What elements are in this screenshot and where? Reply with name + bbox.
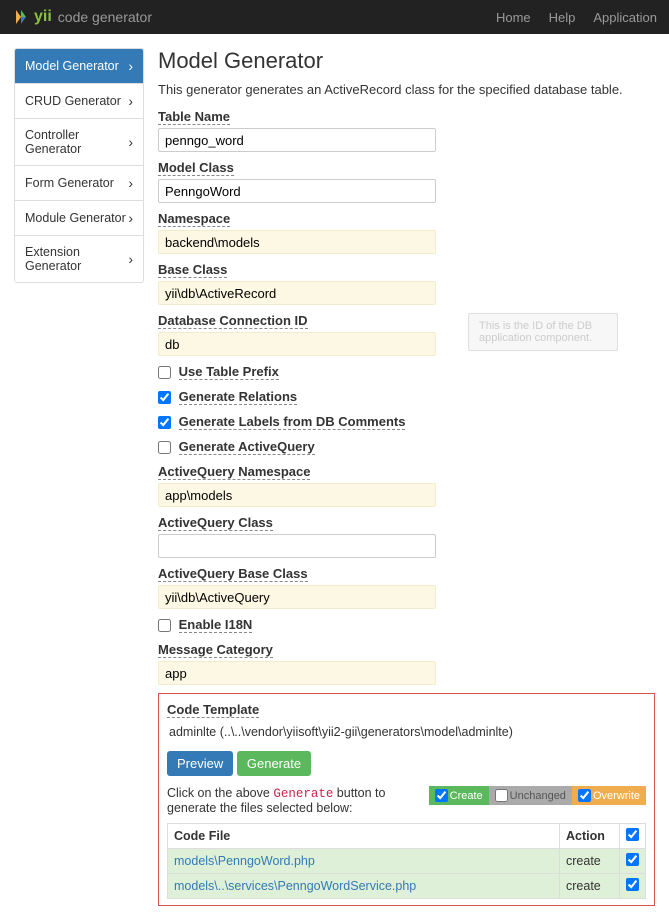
code-template-label: Code Template	[167, 702, 259, 718]
aq-base-class-label: ActiveQuery Base Class	[158, 566, 308, 582]
msg-category-label: Message Category	[158, 642, 273, 658]
enable-i18n-checkbox[interactable]	[158, 619, 171, 632]
aq-namespace-input[interactable]	[158, 483, 436, 507]
use-table-prefix-label: Use Table Prefix	[179, 364, 279, 380]
model-class-label: Model Class	[158, 160, 234, 176]
check-all[interactable]	[626, 828, 639, 841]
row-checkbox[interactable]	[626, 853, 639, 866]
gen-relations-checkbox[interactable]	[158, 391, 171, 404]
sidebar-item-label: Extension Generator	[25, 245, 128, 273]
use-table-prefix-checkbox[interactable]	[158, 366, 171, 379]
th-code-file: Code File	[168, 824, 560, 849]
gen-aq-label: Generate ActiveQuery	[179, 439, 315, 455]
main-content: Model Generator This generator generates…	[158, 48, 655, 906]
gen-labels-label: Generate Labels from DB Comments	[179, 414, 406, 430]
yii-logo-icon	[12, 8, 30, 26]
db-conn-label: Database Connection ID	[158, 313, 308, 329]
sidebar-item-label: CRUD Generator	[25, 94, 121, 108]
sidebar-item-controller-generator[interactable]: Controller Generator ›	[15, 119, 143, 166]
th-action: Action	[560, 824, 620, 849]
generate-button[interactable]: Generate	[237, 751, 311, 776]
preview-button[interactable]: Preview	[167, 751, 233, 776]
page-description: This generator generates an ActiveRecord…	[158, 82, 655, 97]
sidebar-item-model-generator[interactable]: Model Generator ›	[15, 49, 143, 84]
nav-link-help[interactable]: Help	[549, 10, 576, 25]
code-template-value: adminlte (..\..\vendor\yiisoft\yii2-gii\…	[167, 721, 646, 743]
legend-overwrite-checkbox[interactable]	[578, 789, 591, 802]
gen-relations-label: Generate Relations	[179, 389, 298, 405]
nav-links: Home Help Application	[496, 10, 657, 25]
base-class-input[interactable]	[158, 281, 436, 305]
gen-aq-checkbox[interactable]	[158, 441, 171, 454]
chevron-right-icon: ›	[128, 251, 133, 267]
sidebar-item-label: Module Generator	[25, 211, 126, 225]
legend-text: Click on the above Generate button to ge…	[167, 786, 429, 815]
results-panel: Code Template adminlte (..\..\vendor\yii…	[158, 693, 655, 906]
legend-overwrite[interactable]: Overwrite	[572, 786, 646, 805]
base-class-label: Base Class	[158, 262, 227, 278]
sidebar-item-crud-generator[interactable]: CRUD Generator ›	[15, 84, 143, 119]
msg-category-input[interactable]	[158, 661, 436, 685]
brand: yii code generator	[12, 8, 152, 26]
action-cell: create	[560, 849, 620, 874]
chevron-right-icon: ›	[128, 58, 133, 74]
file-link[interactable]: models\PenngoWord.php	[174, 854, 315, 868]
legend-create-checkbox[interactable]	[435, 789, 448, 802]
namespace-label: Namespace	[158, 211, 230, 227]
chevron-right-icon: ›	[128, 210, 133, 226]
th-check	[620, 824, 646, 849]
aq-class-input[interactable]	[158, 534, 436, 558]
table-name-label: Table Name	[158, 109, 230, 125]
table-row: models\PenngoWord.php create	[168, 849, 646, 874]
nav-link-application[interactable]: Application	[593, 10, 657, 25]
gen-labels-checkbox[interactable]	[158, 416, 171, 429]
row-checkbox[interactable]	[626, 878, 639, 891]
aq-namespace-label: ActiveQuery Namespace	[158, 464, 310, 480]
db-conn-tooltip: This is the ID of the DB application com…	[468, 313, 618, 351]
table-row: models\..\services\PenngoWordService.php…	[168, 874, 646, 899]
namespace-input[interactable]	[158, 230, 436, 254]
legend-create[interactable]: Create	[429, 786, 489, 805]
sidebar-item-label: Model Generator	[25, 59, 119, 73]
table-name-input[interactable]	[158, 128, 436, 152]
aq-class-label: ActiveQuery Class	[158, 515, 273, 531]
code-files-table: Code File Action models\PenngoWord.php c…	[167, 823, 646, 899]
chevron-right-icon: ›	[128, 134, 133, 150]
nav-link-home[interactable]: Home	[496, 10, 531, 25]
model-class-input[interactable]	[158, 179, 436, 203]
page-title: Model Generator	[158, 48, 655, 74]
legend-badges: Create Unchanged Overwrite	[429, 786, 646, 805]
navbar: yii code generator Home Help Application	[0, 0, 669, 34]
sidebar-item-extension-generator[interactable]: Extension Generator ›	[15, 236, 143, 282]
sidebar-item-label: Form Generator	[25, 176, 114, 190]
brand-text: code generator	[58, 9, 152, 25]
aq-base-class-input[interactable]	[158, 585, 436, 609]
sidebar-item-form-generator[interactable]: Form Generator ›	[15, 166, 143, 201]
legend-unchanged[interactable]: Unchanged	[489, 786, 572, 805]
sidebar-item-module-generator[interactable]: Module Generator ›	[15, 201, 143, 236]
legend-unchanged-checkbox[interactable]	[495, 789, 508, 802]
enable-i18n-label: Enable I18N	[179, 617, 253, 633]
file-link[interactable]: models\..\services\PenngoWordService.php	[174, 879, 416, 893]
sidebar: Model Generator › CRUD Generator › Contr…	[14, 48, 144, 906]
sidebar-item-label: Controller Generator	[25, 128, 128, 156]
action-cell: create	[560, 874, 620, 899]
brand-yii: yii	[34, 8, 52, 26]
chevron-right-icon: ›	[128, 175, 133, 191]
db-conn-input[interactable]	[158, 332, 436, 356]
chevron-right-icon: ›	[128, 93, 133, 109]
